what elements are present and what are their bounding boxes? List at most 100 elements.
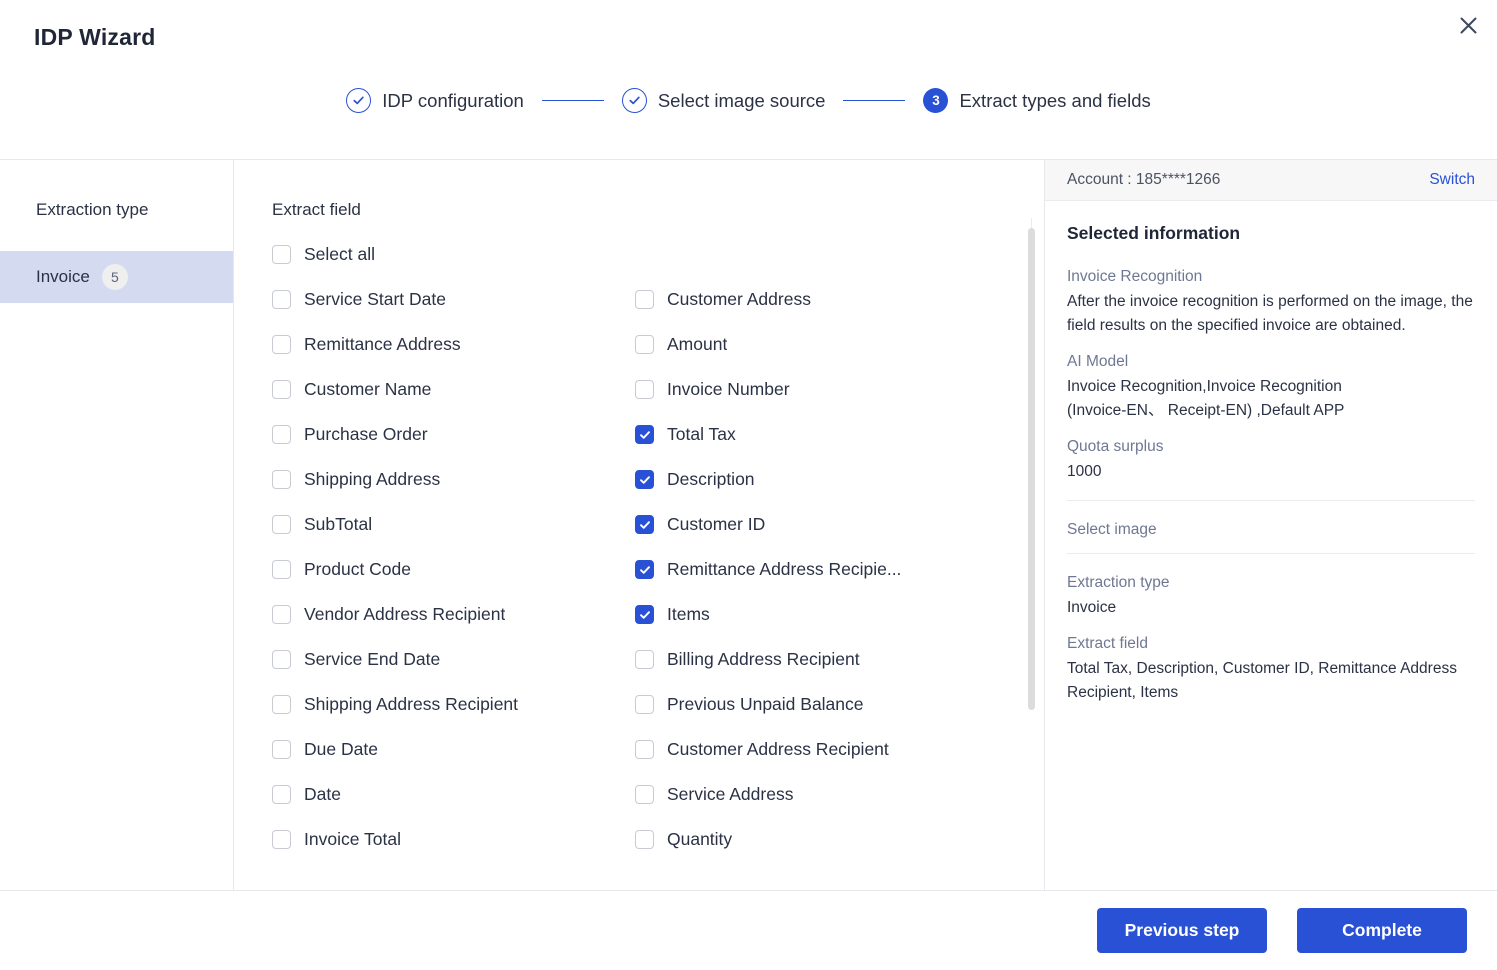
checkbox-invoice-number[interactable] <box>635 380 654 399</box>
step-select-image-source[interactable]: Select image source <box>621 88 826 113</box>
field-label: Shipping Address <box>304 469 441 489</box>
field-row-previous-unpaid-balance[interactable]: Previous Unpaid Balance <box>635 682 1044 727</box>
step-label: Select image source <box>657 89 826 111</box>
checkbox-date[interactable] <box>272 785 291 804</box>
checkbox-customer-id[interactable] <box>635 515 654 534</box>
field-label: Date <box>304 784 341 804</box>
field-row-amount[interactable]: Amount <box>635 322 1044 367</box>
field-row-product-code[interactable]: Product Code <box>272 547 635 592</box>
field-row-billing-address-recipient[interactable]: Billing Address Recipient <box>635 637 1044 682</box>
field-row-service-end-date[interactable]: Service End Date <box>272 637 635 682</box>
field-row-purchase-order[interactable]: Purchase Order <box>272 412 635 457</box>
field-row-subtotal[interactable]: SubTotal <box>272 502 635 547</box>
checkbox-due-date[interactable] <box>272 740 291 759</box>
field-label: Customer ID <box>667 514 766 534</box>
field-row-remittance-address-recipie[interactable]: Remittance Address Recipie... <box>635 547 1044 592</box>
field-label: Shipping Address Recipient <box>304 694 519 714</box>
field-row-service-start-date[interactable]: Service Start Date <box>272 277 635 322</box>
checkbox-billing-address-recipient[interactable] <box>635 650 654 669</box>
field-row-vendor-address-recipient[interactable]: Vendor Address Recipient <box>272 592 635 637</box>
checkbox-purchase-order[interactable] <box>272 425 291 444</box>
checkbox-invoice-total[interactable] <box>272 830 291 849</box>
fields-scrollbar[interactable] <box>1028 218 1035 878</box>
step-number-badge: 3 <box>923 88 949 113</box>
field-row-items[interactable]: Items <box>635 592 1044 637</box>
complete-button[interactable]: Complete <box>1297 908 1467 953</box>
checkbox-customer-name[interactable] <box>272 380 291 399</box>
quota-surplus-value: 1000 <box>1067 463 1102 481</box>
field-label: Invoice Number <box>667 379 790 399</box>
checkbox-remittance-address[interactable] <box>272 335 291 354</box>
field-row-shipping-address[interactable]: Shipping Address <box>272 457 635 502</box>
previous-step-button[interactable]: Previous step <box>1097 908 1267 953</box>
field-label: Invoice Total <box>304 829 401 849</box>
extraction-type-key: Extraction type <box>1067 573 1170 591</box>
field-label: Amount <box>667 334 728 354</box>
field-row-select-all[interactable]: Select all <box>272 232 1044 277</box>
checkbox-items[interactable] <box>635 605 654 624</box>
sidebar-item-label: Invoice <box>36 267 90 286</box>
sidebar-item-invoice[interactable]: Invoice 5 <box>0 251 233 303</box>
field-label: Customer Address <box>667 289 811 309</box>
field-label: Customer Address Recipient <box>667 739 889 759</box>
sidebar-header: Extraction type <box>36 200 149 219</box>
close-icon[interactable] <box>1451 8 1485 42</box>
checkbox-customer-address-recipient[interactable] <box>635 740 654 759</box>
field-label: Due Date <box>304 739 378 759</box>
field-label: Product Code <box>304 559 412 579</box>
account-bar: Account : 185****1266 Switch <box>1045 160 1497 201</box>
checkbox-service-start-date[interactable] <box>272 290 291 309</box>
field-label: Previous Unpaid Balance <box>667 694 864 714</box>
field-label: Items <box>667 604 710 624</box>
field-row-customer-address[interactable]: Customer Address <box>635 277 1044 322</box>
checkbox-select-all[interactable] <box>272 245 291 264</box>
field-row-customer-address-recipient[interactable]: Customer Address Recipient <box>635 727 1044 772</box>
field-row-service-address[interactable]: Service Address <box>635 772 1044 817</box>
field-row-customer-id[interactable]: Customer ID <box>635 502 1044 547</box>
checkbox-description[interactable] <box>635 470 654 489</box>
field-row-shipping-address-recipient[interactable]: Shipping Address Recipient <box>272 682 635 727</box>
field-row-quantity[interactable]: Quantity <box>635 817 1044 862</box>
field-row-date[interactable]: Date <box>272 772 635 817</box>
checkbox-vendor-address-recipient[interactable] <box>272 605 291 624</box>
checkbox-service-end-date[interactable] <box>272 650 291 669</box>
checkbox-service-address[interactable] <box>635 785 654 804</box>
info-divider <box>1067 552 1475 554</box>
field-label: Total Tax <box>667 424 736 444</box>
field-label: Customer Name <box>304 379 432 399</box>
checkbox-total-tax[interactable] <box>635 425 654 444</box>
extract-field-key: Extract field <box>1067 635 1148 653</box>
checkbox-amount[interactable] <box>635 335 654 354</box>
field-row-invoice-total[interactable]: Invoice Total <box>272 817 635 862</box>
field-row-total-tax[interactable]: Total Tax <box>635 412 1044 457</box>
step-connector <box>843 99 906 102</box>
checkbox-previous-unpaid-balance[interactable] <box>635 695 654 714</box>
step-label: Extract types and fields <box>959 89 1151 111</box>
check-circle-icon <box>346 88 372 113</box>
selected-information-panel: Account : 185****1266 Switch Selected in… <box>1045 160 1497 890</box>
field-label: Billing Address Recipient <box>667 649 860 669</box>
checkbox-quantity[interactable] <box>635 830 654 849</box>
field-row-customer-name[interactable]: Customer Name <box>272 367 635 412</box>
field-row-invoice-number[interactable]: Invoice Number <box>635 367 1044 412</box>
field-label: Description <box>667 469 755 489</box>
field-row-description[interactable]: Description <box>635 457 1044 502</box>
checkbox-shipping-address-recipient[interactable] <box>272 695 291 714</box>
checkbox-subtotal[interactable] <box>272 515 291 534</box>
switch-account-link[interactable]: Switch <box>1429 171 1475 189</box>
field-label: Quantity <box>667 829 733 849</box>
dialog-header: IDP Wizard IDP configuration Select imag… <box>0 0 1497 160</box>
field-label: Purchase Order <box>304 424 428 444</box>
field-row-due-date[interactable]: Due Date <box>272 727 635 772</box>
checkbox-shipping-address[interactable] <box>272 470 291 489</box>
checkbox-customer-address[interactable] <box>635 290 654 309</box>
checkbox-remittance-address-recipie[interactable] <box>635 560 654 579</box>
extract-field-panel: Extract field Select all Service Start Da… <box>234 160 1045 890</box>
step-extract-types-and-fields[interactable]: 3 Extract types and fields <box>923 88 1151 113</box>
selected-information-title: Selected information <box>1067 223 1241 243</box>
step-idp-configuration[interactable]: IDP configuration <box>346 88 524 113</box>
check-circle-icon <box>621 88 647 113</box>
field-row-remittance-address[interactable]: Remittance Address <box>272 322 635 367</box>
checkbox-product-code[interactable] <box>272 560 291 579</box>
scrollbar-thumb[interactable] <box>1028 228 1035 710</box>
